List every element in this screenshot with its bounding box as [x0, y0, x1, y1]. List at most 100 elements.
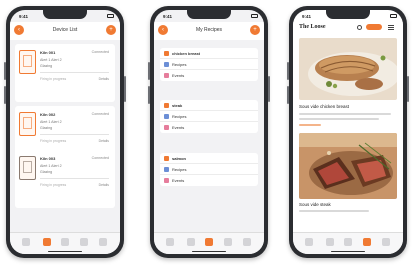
recipe-title-row[interactable]: steak [160, 100, 258, 111]
notch [326, 10, 370, 19]
recipes-icon [164, 167, 169, 172]
add-device-button[interactable]: + [106, 25, 116, 35]
tab-profile[interactable] [382, 238, 390, 246]
tab-home[interactable] [305, 238, 313, 246]
device-alerts: Alert 1 Alert 2 [40, 164, 62, 168]
tab-recipes[interactable] [61, 238, 69, 246]
device-mode: Glazing [40, 64, 53, 68]
recipe-sub-label: Events [172, 73, 185, 78]
device-mode: Glazing [40, 126, 53, 130]
device-name: Kiln 003 [40, 156, 56, 161]
device-status: Connected [91, 156, 109, 160]
details-link[interactable]: Details [99, 77, 109, 81]
tab-events[interactable] [224, 238, 232, 246]
menu-icon[interactable] [388, 25, 394, 30]
tab-bar [10, 232, 120, 254]
device-footer-text: Firing in progress [40, 139, 67, 143]
nav-bar: ‹ My Recipes + [154, 22, 264, 40]
page-title: My Recipes [195, 27, 223, 33]
recipe-sub-label: Recipes [172, 62, 187, 67]
tab-devices[interactable] [326, 238, 334, 246]
brand-logo: The Loose [299, 24, 326, 30]
device-list-screen: 9:41 ‹ Device List + Kiln 001 Connected … [10, 10, 120, 254]
recipe-icon [164, 51, 169, 56]
battery-icon [251, 14, 258, 18]
recipes-icon [164, 62, 169, 67]
events-icon [164, 73, 169, 78]
device-alerts: Alert 1 Alert 2 [40, 58, 62, 62]
steak-photo[interactable] [299, 133, 397, 199]
text-line [299, 118, 379, 120]
recipe-icon [164, 156, 169, 161]
recipe-group[interactable]: salmon Recipes Events [160, 153, 258, 186]
add-recipe-button[interactable]: + [250, 25, 260, 35]
recipe-sub-label: Recipes [172, 167, 187, 172]
recipe-article-screen: 9:41 The Loose Sous vide chicken breast … [293, 10, 403, 254]
recipes-icon [164, 114, 169, 119]
battery-icon [390, 14, 397, 18]
phone-my-recipes: 9:41 ‹ My Recipes + chicken breast Recip… [148, 6, 270, 258]
details-link[interactable]: Details [99, 183, 109, 187]
tab-bar [154, 232, 264, 254]
tab-home[interactable] [22, 238, 30, 246]
events-icon [164, 178, 169, 183]
status-time: 9:41 [302, 14, 312, 19]
device-footer-text: Firing in progress [40, 77, 67, 81]
battery-icon [107, 14, 114, 18]
events-icon [164, 125, 169, 130]
power-button [124, 76, 126, 102]
tab-devices[interactable] [187, 238, 195, 246]
volume-down-button [148, 86, 150, 104]
status-time: 9:41 [19, 14, 29, 19]
device-footer-text: Firing in progress [40, 183, 67, 187]
recipe-events-row[interactable]: Events [160, 175, 258, 186]
device-status: Connected [91, 50, 109, 54]
article-header: The Loose [293, 22, 403, 36]
tab-home[interactable] [166, 238, 174, 246]
kiln-icon [19, 50, 36, 74]
device-card[interactable]: Kiln 001 Connected Alert 1 Alert 2 Glazi… [15, 44, 115, 102]
recipe-recipes-row[interactable]: Recipes [160, 59, 258, 70]
recipe-group[interactable]: steak Recipes Events [160, 100, 258, 133]
device-mode: Glazing [40, 170, 53, 174]
recipe-events-row[interactable]: Events [160, 122, 258, 133]
text-line [299, 113, 391, 115]
recipe-title-row[interactable]: chicken breast [160, 48, 258, 59]
subscribe-button[interactable] [366, 24, 382, 30]
details-link[interactable]: Details [99, 139, 109, 143]
status-time: 9:41 [163, 14, 173, 19]
divider [40, 178, 109, 179]
recipe-recipes-row[interactable]: Recipes [160, 111, 258, 122]
recipe-recipes-row[interactable]: Recipes [160, 164, 258, 175]
recipe-title-row[interactable]: salmon [160, 153, 258, 164]
read-more-link[interactable] [299, 124, 321, 126]
tab-events[interactable] [80, 238, 88, 246]
search-icon[interactable] [357, 25, 362, 30]
tab-recipes[interactable] [205, 238, 213, 246]
recipe-group[interactable]: chicken breast Recipes Events [160, 48, 258, 81]
power-button [407, 76, 409, 102]
kiln-icon [19, 112, 36, 136]
volume-down-button [287, 86, 289, 104]
divider [40, 72, 109, 73]
tab-events[interactable] [363, 238, 371, 246]
power-button [268, 76, 270, 102]
tab-devices[interactable] [43, 238, 51, 246]
tab-profile[interactable] [243, 238, 251, 246]
tab-recipes[interactable] [344, 238, 352, 246]
recipe-title: chicken breast [172, 51, 201, 56]
article-caption[interactable]: Sous vide steak [299, 202, 331, 207]
recipe-icon [164, 103, 169, 108]
device-card[interactable]: Kiln 003 Connected Alert 1 Alert 2 Glazi… [15, 150, 115, 208]
page-title: Device List [52, 27, 78, 33]
home-indicator [48, 250, 82, 252]
article-caption[interactable]: Sous vide chicken breast [299, 104, 349, 109]
my-recipes-screen: 9:41 ‹ My Recipes + chicken breast Recip… [154, 10, 264, 254]
chicken-photo[interactable] [299, 38, 397, 100]
text-line [299, 210, 369, 212]
recipe-events-row[interactable]: Events [160, 70, 258, 81]
home-indicator [192, 250, 226, 252]
volume-up-button [287, 62, 289, 80]
tab-profile[interactable] [99, 238, 107, 246]
divider [40, 134, 109, 135]
